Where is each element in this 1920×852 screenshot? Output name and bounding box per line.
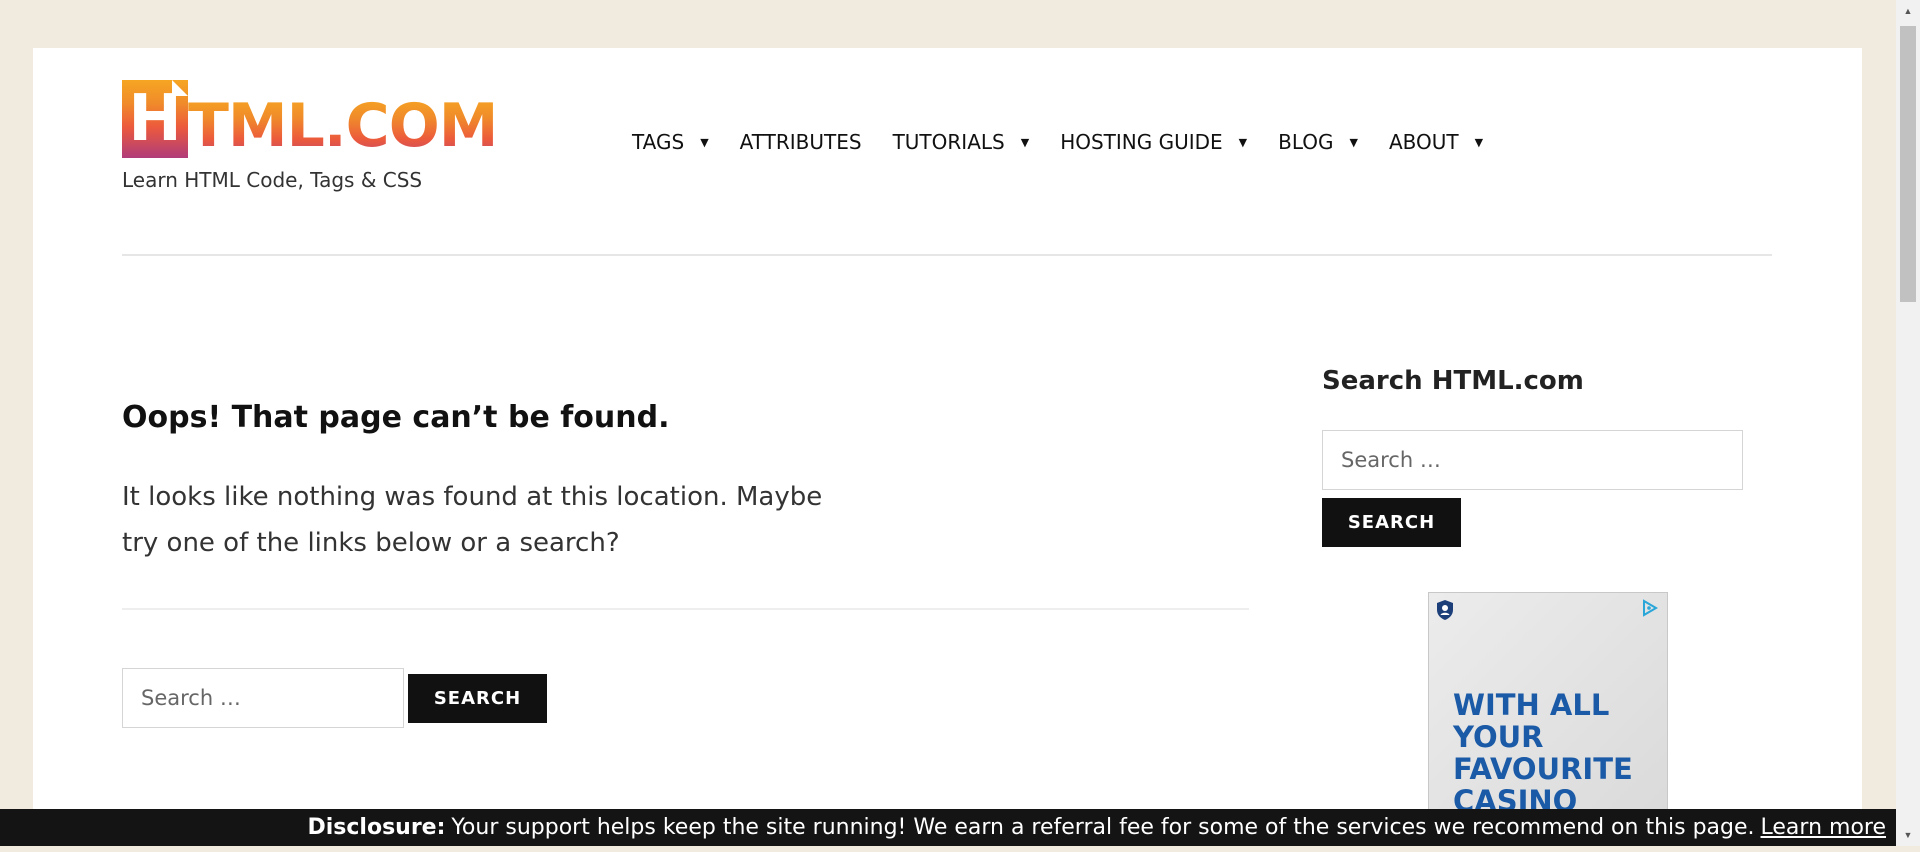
- logo-letter: H: [128, 82, 182, 156]
- caret-down-icon: ▼: [1020, 135, 1030, 149]
- main-search-input[interactable]: [122, 668, 404, 728]
- nav-item-label: ATTRIBUTES: [739, 130, 862, 154]
- disclosure-label: Disclosure:: [307, 815, 446, 840]
- site-logo[interactable]: H TML.COM: [122, 78, 498, 161]
- nav-item-hosting-guide[interactable]: HOSTING GUIDE ▼: [1060, 130, 1247, 154]
- main-search-form: SEARCH: [122, 668, 547, 728]
- logo-text: TML.COM: [188, 91, 498, 161]
- scrollbar-thumb[interactable]: [1900, 26, 1916, 302]
- not-found-message: It looks like nothing was found at this …: [122, 482, 823, 558]
- caret-down-icon: ▼: [1349, 135, 1358, 149]
- nav-item-label: TAGS: [632, 130, 685, 154]
- adchoices-icon[interactable]: [1641, 599, 1659, 617]
- header-divider: [122, 254, 1772, 256]
- nav-item-label: TUTORIALS: [892, 130, 1005, 154]
- main-search-button[interactable]: SEARCH: [408, 673, 547, 723]
- nav-item-attributes[interactable]: ATTRIBUTES: [740, 130, 862, 154]
- nav-item-about[interactable]: ABOUT ▼: [1389, 130, 1483, 154]
- scroll-down-arrow-icon[interactable]: ▼: [1896, 824, 1920, 846]
- sidebar-search-button[interactable]: SEARCH: [1322, 498, 1461, 547]
- learn-more-link[interactable]: Learn more: [1761, 815, 1886, 840]
- disclosure-text: Your support helps keep the site running…: [451, 815, 1755, 840]
- nav-item-label: HOSTING GUIDE: [1060, 130, 1223, 154]
- disclosure-bar: Disclosure: Your support helps keep the …: [0, 809, 1896, 846]
- logo-h-mark: H: [122, 80, 188, 158]
- nav-item-label: ABOUT: [1389, 130, 1459, 154]
- nav-item-tags[interactable]: TAGS ▼: [632, 130, 709, 154]
- site-branding: H TML.COM Learn HTML Code, Tags & CSS: [122, 78, 498, 192]
- caret-down-icon: ▼: [700, 135, 709, 149]
- content-divider: [122, 608, 1249, 610]
- sidebar-ad[interactable]: WITH ALL YOUR FAVOURITE CASINO GAMES: [1428, 592, 1668, 846]
- nav-item-blog[interactable]: BLOG ▼: [1278, 130, 1358, 154]
- shield-icon[interactable]: [1435, 599, 1455, 621]
- site-tagline: Learn HTML Code, Tags & CSS: [122, 168, 423, 192]
- caret-down-icon: ▼: [1238, 135, 1248, 149]
- nav-item-tutorials[interactable]: TUTORIALS ▼: [893, 130, 1030, 154]
- page-title: Oops! That page can’t be found.: [122, 400, 670, 435]
- sidebar-search-input[interactable]: [1322, 430, 1743, 490]
- scroll-up-arrow-icon[interactable]: ▲: [1896, 0, 1920, 22]
- nav-item-label: BLOG: [1278, 130, 1334, 154]
- main-nav: TAGS ▼ ATTRIBUTES TUTORIALS ▼ HOSTING GU…: [632, 130, 1514, 154]
- vertical-scrollbar[interactable]: ▲ ▼: [1896, 0, 1920, 846]
- caret-down-icon: ▼: [1474, 135, 1484, 149]
- page-container: H TML.COM Learn HTML Code, Tags & CSS TA…: [33, 48, 1862, 852]
- sidebar-search-heading: Search HTML.com: [1322, 366, 1584, 396]
